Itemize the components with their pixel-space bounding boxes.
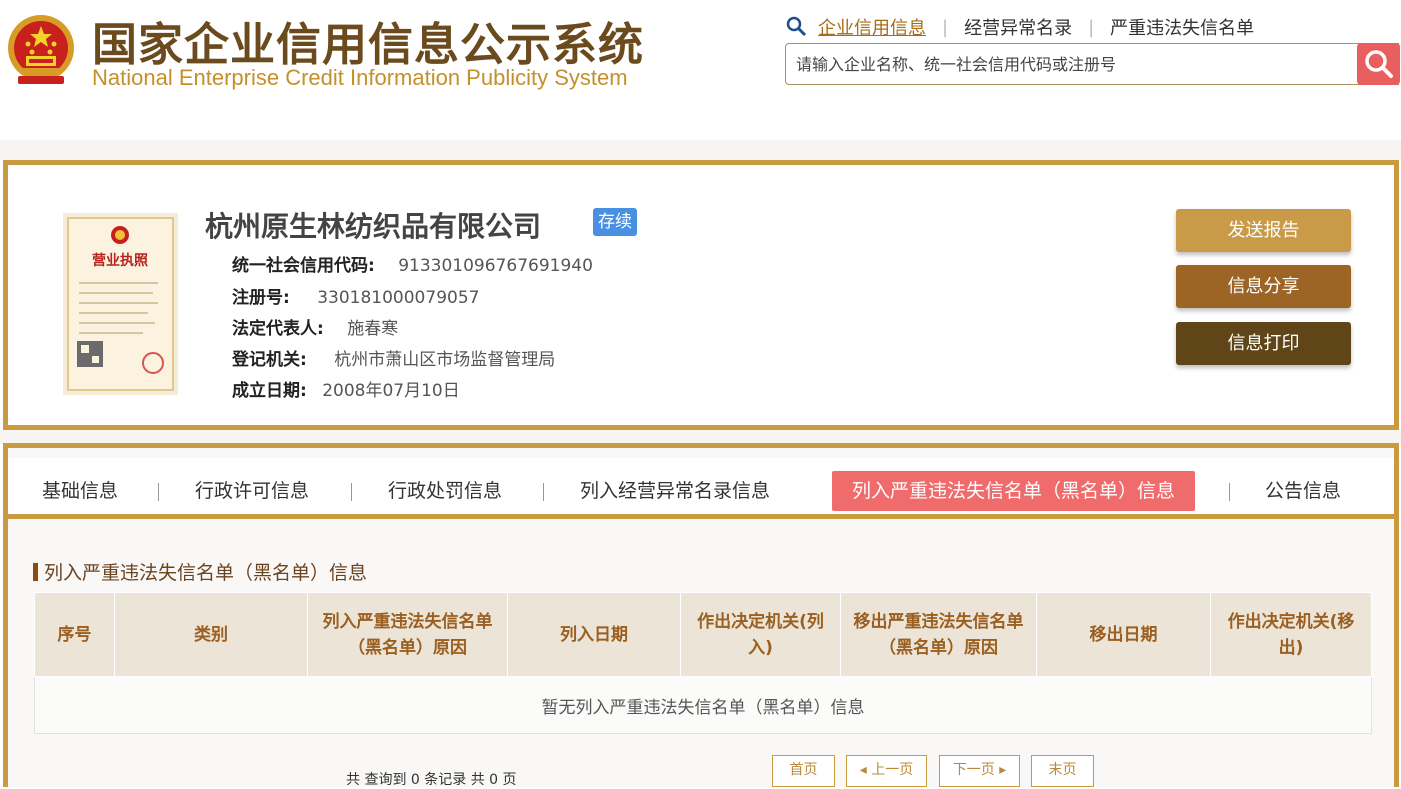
info-row-authority: 登记机关: 杭州市萧山区市场监督管理局 xyxy=(232,345,555,370)
tab-abnormal-list[interactable]: 列入经营异常名录信息 xyxy=(580,471,770,511)
tab-separator xyxy=(543,483,544,501)
company-panel: 营业执照 杭州原生林纺织品有限公司 存续 统一社会信用代码: 913301096… xyxy=(3,160,1399,430)
column-header: 作出决定机关(移出) xyxy=(1210,592,1372,677)
prev-page-button[interactable]: ◂ 上一页 xyxy=(846,755,927,787)
column-header: 序号 xyxy=(34,592,115,677)
nav-enterprise-credit[interactable]: 企业信用信息 xyxy=(818,14,926,40)
info-label: 法定代表人: xyxy=(232,319,324,339)
info-label: 成立日期: xyxy=(232,381,307,401)
blacklist-table: 序号 类别 列入严重违法失信名单（黑名单）原因 列入日期 作出决定机关(列入) … xyxy=(34,592,1372,734)
next-page-button[interactable]: 下一页 ▸ xyxy=(939,755,1020,787)
section-title-text: 列入严重违法失信名单（黑名单）信息 xyxy=(44,562,368,584)
national-emblem-icon xyxy=(8,15,74,84)
column-header: 列入日期 xyxy=(507,592,681,677)
nav-abnormal-list[interactable]: 经营异常名录 xyxy=(964,14,1072,40)
site-title-en: National Enterprise Credit Information P… xyxy=(92,65,628,90)
pager-summary: 共 查询到 0 条记录 共 0 页 xyxy=(346,772,517,788)
column-header: 移出日期 xyxy=(1036,592,1211,677)
info-value: 2008年07月10日 xyxy=(322,381,460,401)
empty-message: 暂无列入严重违法失信名单（黑名单）信息 xyxy=(34,676,1372,734)
column-header: 列入严重违法失信名单（黑名单）原因 xyxy=(307,592,508,677)
site-header: 国家企业信用信息公示系统 National Enterprise Credit … xyxy=(0,0,1401,141)
tab-blacklist[interactable]: 列入严重违法失信名单（黑名单）信息 xyxy=(832,471,1196,511)
nav-separator: | xyxy=(942,16,949,38)
company-name: 杭州原生林纺织品有限公司 xyxy=(205,210,542,243)
tab-announcements[interactable]: 公告信息 xyxy=(1265,471,1341,511)
tab-basic-info[interactable]: 基础信息 xyxy=(42,471,118,511)
tab-separator xyxy=(1229,483,1230,501)
share-info-button[interactable]: 信息分享 xyxy=(1176,265,1351,308)
column-header: 作出决定机关(列入) xyxy=(680,592,841,677)
info-row-established: 成立日期: 2008年07月10日 xyxy=(232,376,460,401)
info-value: 施春寒 xyxy=(347,319,399,339)
search-input[interactable] xyxy=(786,44,1356,84)
nav-separator: | xyxy=(1088,16,1095,38)
tabs-bar: 基础信息 行政许可信息 行政处罚信息 列入经营异常名录信息 列入严重违法失信名单… xyxy=(8,458,1394,519)
section-marker xyxy=(33,563,38,581)
info-label: 注册号: xyxy=(232,288,290,308)
chevron-left-icon: ◂ xyxy=(859,762,867,778)
spacer-strip xyxy=(0,430,1401,443)
site-title-cn: 国家企业信用信息公示系统 xyxy=(92,18,645,71)
tab-separator xyxy=(158,483,159,501)
info-row-credit-code: 统一社会信用代码: 913301096767691940 xyxy=(232,251,593,276)
first-page-button[interactable]: 首页 xyxy=(772,755,835,787)
next-page-label: 下一页 xyxy=(952,762,995,778)
magnifier-icon xyxy=(786,16,807,37)
search-icon xyxy=(1364,50,1393,78)
info-value: 913301096767691940 xyxy=(398,256,593,276)
last-page-button[interactable]: 末页 xyxy=(1031,755,1094,787)
content-panel: 基础信息 行政许可信息 行政处罚信息 列入经营异常名录信息 列入严重违法失信名单… xyxy=(3,443,1399,788)
info-value: 330181000079057 xyxy=(317,288,480,308)
send-report-button[interactable]: 发送报告 xyxy=(1176,209,1351,252)
table-header-row: 序号 类别 列入严重违法失信名单（黑名单）原因 列入日期 作出决定机关(列入) … xyxy=(34,592,1372,677)
column-header: 移出严重违法失信名单（黑名单）原因 xyxy=(840,592,1037,677)
prev-page-label: 上一页 xyxy=(871,762,914,778)
nav-blacklist[interactable]: 严重违法失信名单 xyxy=(1110,14,1254,40)
info-row-reg-number: 注册号: 330181000079057 xyxy=(232,283,479,308)
top-nav: 企业信用信息 | 经营异常名录 | 严重违法失信名单 xyxy=(786,14,1254,40)
print-info-button[interactable]: 信息打印 xyxy=(1176,322,1351,365)
info-label: 登记机关: xyxy=(232,350,307,370)
search-box xyxy=(785,43,1400,85)
tab-admin-license[interactable]: 行政许可信息 xyxy=(195,471,309,511)
chevron-right-icon: ▸ xyxy=(999,762,1007,778)
spacer-strip xyxy=(0,140,1401,160)
column-header: 类别 xyxy=(114,592,308,677)
tab-separator xyxy=(351,483,352,501)
section-title: 列入严重违法失信名单（黑名单）信息 xyxy=(33,558,367,585)
table-row: 暂无列入严重违法失信名单（黑名单）信息 xyxy=(34,676,1372,734)
status-badge: 存续 xyxy=(593,208,637,236)
info-row-legal-rep: 法定代表人: 施春寒 xyxy=(232,314,398,339)
tab-admin-penalty[interactable]: 行政处罚信息 xyxy=(388,471,502,511)
license-heading: 营业执照 xyxy=(92,252,148,269)
search-button[interactable] xyxy=(1357,43,1400,85)
info-label: 统一社会信用代码: xyxy=(232,256,375,276)
info-value: 杭州市萧山区市场监督管理局 xyxy=(334,350,556,370)
business-license-icon: 营业执照 xyxy=(63,213,178,395)
